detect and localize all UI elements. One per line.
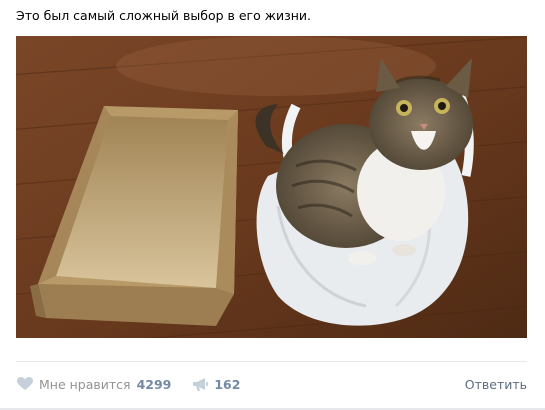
like-label: Мне нравится [39, 376, 131, 392]
post-text: Это был самый сложный выбор в его жизни. [16, 8, 312, 23]
post-photo[interactable] [16, 36, 527, 338]
like-count: 4299 [136, 376, 172, 392]
share-button[interactable]: 162 [191, 375, 240, 393]
divider [16, 361, 527, 362]
share-count: 162 [214, 376, 241, 392]
post-actions: Мне нравится 4299 162 Ответить [16, 372, 527, 396]
heart-icon [16, 375, 34, 393]
reply-link[interactable]: Ответить [465, 377, 527, 392]
megaphone-icon [191, 375, 209, 393]
like-button[interactable]: Мне нравится 4299 [16, 375, 171, 393]
